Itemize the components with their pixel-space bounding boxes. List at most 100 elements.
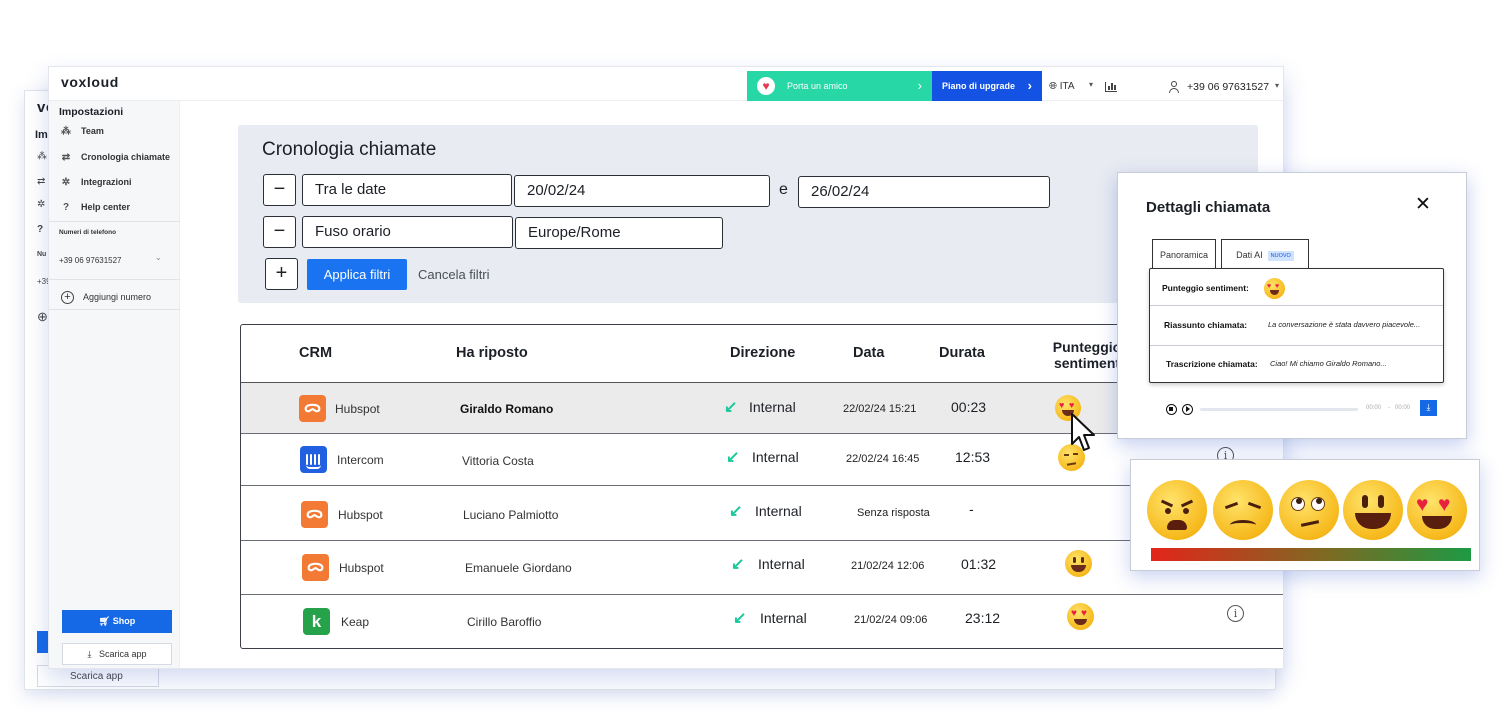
- tab-label: Dati AI: [1236, 250, 1263, 260]
- top-bar: voxloud ♥ Porta un amico › Piano di upgr…: [49, 67, 1283, 101]
- column-header-sentiment: Punteggio sentiment: [1052, 339, 1122, 371]
- summary-label: Riassunto chiamata:: [1164, 320, 1248, 330]
- back-sub-label: Nu: [37, 251, 47, 258]
- add-filter-button[interactable]: +: [265, 258, 298, 290]
- contact-name: Luciano Palmiotto: [463, 508, 559, 522]
- time-total: 00:00: [1395, 405, 1411, 411]
- sidebar-item-integrations[interactable]: ✲ Integrazioni: [59, 177, 132, 193]
- language-label: ITA: [1059, 81, 1075, 92]
- app-screenshot: vo Im ⁂ ⇄ ✲ ? Nu +39 ⊕ Scarica app voxlo…: [0, 0, 1500, 720]
- timezone-input[interactable]: Europe/Rome: [515, 217, 723, 249]
- filters-panel: Cronologia chiamate − Tra le date 20/02/…: [238, 125, 1258, 303]
- crm-name: Hubspot: [335, 402, 380, 416]
- question-icon: ?: [62, 202, 70, 213]
- grin-emoji-icon: [1065, 550, 1092, 577]
- call-direction: Internal: [749, 399, 796, 415]
- divider: [49, 309, 180, 310]
- table-row[interactable]: k Keap Cirillo Baroffio ↙ Internal 21/02…: [241, 595, 1283, 648]
- column-header-duration: Durata: [939, 345, 985, 361]
- sidebar: Impostazioni ⁂ Team ⇄ Cronologia chiamate …: [49, 101, 180, 668]
- add-number-label: Aggiungi numero: [83, 291, 152, 302]
- call-date: 21/02/24 12:06: [851, 560, 925, 572]
- table-row[interactable]: Intercom Vittoria Costa ↙ Internal 22/02…: [241, 434, 1283, 486]
- summary-value: La conversazione è stata davvero piacevo…: [1268, 320, 1421, 329]
- tab-label: Panoramica: [1159, 250, 1209, 260]
- info-icon[interactable]: i: [1227, 605, 1244, 622]
- page-title: Cronologia chiamate: [262, 139, 437, 160]
- caret-down-icon[interactable]: ▾: [1089, 80, 1093, 89]
- divider: [1150, 345, 1443, 346]
- call-duration: 00:23: [951, 399, 987, 415]
- back-label: Im: [35, 129, 48, 141]
- account-phone[interactable]: +39 06 97631527: [1187, 81, 1269, 93]
- upgrade-plan-button[interactable]: Piano di upgrade ›: [932, 71, 1042, 101]
- remove-filter-button[interactable]: −: [263, 174, 296, 206]
- add-number-button[interactable]: + Aggiungi numero: [61, 291, 151, 304]
- shop-label: Shop: [112, 616, 136, 626]
- call-direction-icon: ↙: [731, 556, 745, 573]
- download-app-label: Scarica app: [98, 649, 147, 659]
- sidebar-item-label: Help center: [81, 202, 131, 212]
- date-from-input[interactable]: 20/02/24: [514, 175, 770, 207]
- call-direction-icon: ↙: [729, 503, 743, 520]
- table-row[interactable]: ᯅ Hubspot Luciano Palmiotto ↙ Internal S…: [241, 486, 1283, 541]
- call-direction: Internal: [758, 556, 805, 572]
- divider: [49, 221, 180, 222]
- language-selector[interactable]: 🌐︎ ITA: [1049, 81, 1075, 92]
- sidebar-item-help-center[interactable]: ? Help center: [59, 202, 130, 218]
- ai-data-box: Punteggio sentiment: ♥ ♥ Riassunto chiama…: [1149, 268, 1444, 383]
- main-window: voxloud ♥ Porta un amico › Piano di upgr…: [48, 66, 1284, 669]
- play-icon[interactable]: [1182, 404, 1193, 415]
- download-app-button[interactable]: ⤓ Scarica app: [62, 643, 172, 665]
- apply-filters-button[interactable]: Applica filtri: [307, 259, 407, 290]
- back-download-label: Scarica app: [70, 671, 123, 682]
- call-date: 21/02/24 09:06: [854, 614, 928, 626]
- download-icon[interactable]: ⤓: [1420, 400, 1437, 416]
- sidebar-item-team[interactable]: ⁂ Team: [59, 126, 104, 142]
- tab-overview[interactable]: Panoramica: [1152, 239, 1216, 268]
- contact-name: Cirillo Baroffio: [467, 615, 542, 629]
- sentiment-scale-card: ♥ ♥: [1130, 459, 1480, 571]
- divider: [49, 279, 180, 280]
- table-row[interactable]: ᯅ Hubspot Emanuele Giordano ↙ Internal 2…: [241, 541, 1283, 595]
- call-date: Senza risposta: [857, 507, 930, 519]
- filter-field-select[interactable]: Fuso orario: [302, 216, 513, 248]
- filter-field-select[interactable]: Tra le date: [302, 174, 512, 206]
- stats-icon[interactable]: [1105, 82, 1117, 92]
- user-icon: [1169, 81, 1179, 93]
- call-date: 22/02/24 16:45: [846, 453, 920, 465]
- sidebar-title: Impostazioni: [59, 106, 124, 118]
- mouse-pointer-icon: [1071, 413, 1095, 451]
- audio-player: 00:00 - 00:00 ⤓: [1166, 400, 1437, 417]
- invite-friend-label: Porta un amico: [787, 81, 848, 91]
- call-duration: 12:53: [955, 449, 991, 465]
- arrows-icon: ⇄: [61, 152, 71, 163]
- hubspot-logo: ᯅ: [302, 554, 329, 581]
- sidebar-item-call-history[interactable]: ⇄ Cronologia chiamate: [59, 152, 170, 168]
- tab-ai-data[interactable]: Dati AI NUOVO: [1221, 239, 1309, 268]
- cancel-filters-link[interactable]: Cancela filtri: [418, 267, 490, 282]
- plus-circle-icon: +: [61, 291, 74, 304]
- date-to-input[interactable]: 26/02/24: [798, 176, 1050, 208]
- close-icon[interactable]: ✕: [1415, 193, 1431, 216]
- chevron-right-icon: ›: [917, 78, 922, 93]
- stop-icon[interactable]: [1166, 404, 1177, 415]
- remove-filter-button[interactable]: −: [263, 216, 296, 248]
- audio-progress-track[interactable]: [1200, 408, 1358, 411]
- sad-emoji-icon: [1213, 480, 1273, 540]
- caret-down-icon[interactable]: ▾: [1275, 81, 1279, 90]
- call-direction-icon: ↙: [733, 610, 747, 627]
- heart-icon: ♥: [757, 77, 775, 95]
- shop-button[interactable]: 🛒︎ Shop: [62, 610, 172, 633]
- crm-name: Hubspot: [338, 508, 383, 522]
- call-direction-icon: ↙: [726, 449, 740, 466]
- contact-name: Giraldo Romano: [460, 402, 554, 416]
- call-detail-panel: Dettagli chiamata ✕ Panoramica Dati AI NU…: [1117, 172, 1467, 439]
- phone-number-item[interactable]: +39 06 97631527: [59, 256, 122, 265]
- contact-name: Vittoria Costa: [462, 454, 534, 468]
- time-separator: -: [1388, 405, 1390, 411]
- invite-friend-button[interactable]: ♥ Porta un amico ›: [747, 71, 932, 101]
- call-duration: 01:32: [961, 556, 997, 572]
- back-integrations-icon: ✲: [37, 199, 46, 210]
- chevron-down-icon[interactable]: ⌄: [155, 253, 162, 262]
